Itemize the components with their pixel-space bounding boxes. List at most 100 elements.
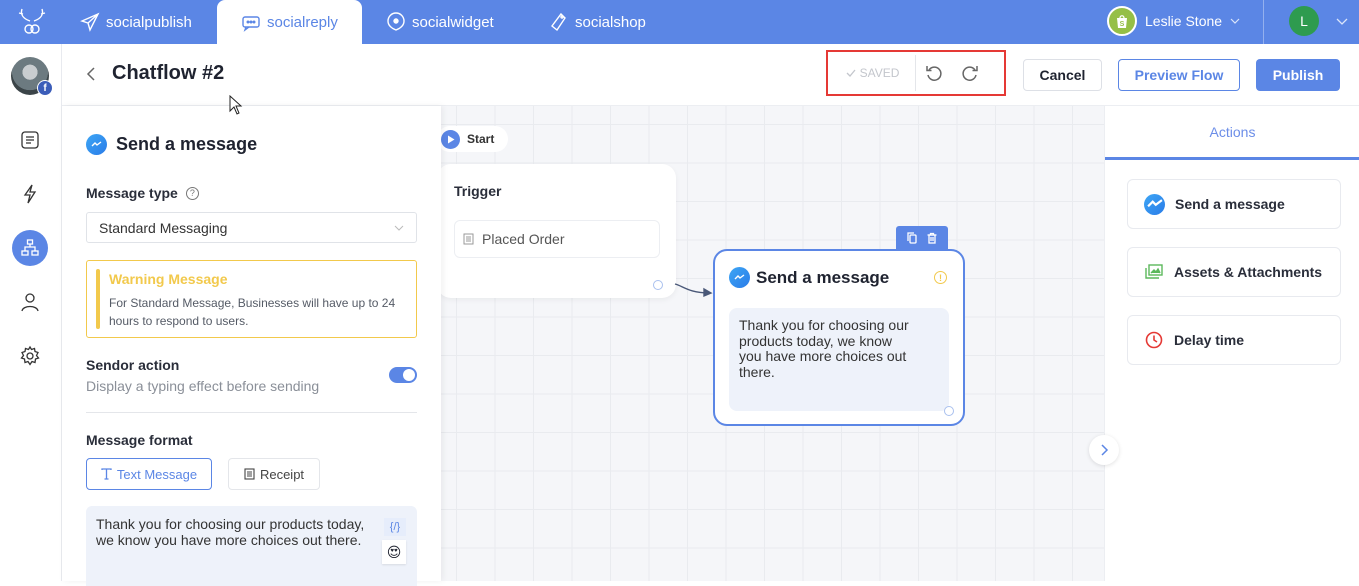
trigger-title: Trigger xyxy=(454,183,502,199)
divider xyxy=(86,412,417,413)
user-icon xyxy=(21,293,39,312)
actions-panel: Actions Send a message Assets & Attachme… xyxy=(1104,106,1359,581)
store-switcher[interactable]: S Leslie Stone xyxy=(1107,5,1240,37)
rail-item-settings[interactable] xyxy=(12,338,48,374)
duplicate-icon[interactable] xyxy=(906,232,918,244)
panel-title-text: Send a message xyxy=(116,134,258,154)
messenger-icon xyxy=(86,134,107,155)
nav-tab-label: socialshop xyxy=(575,13,646,31)
insert-variable-button[interactable]: {/} xyxy=(384,518,406,536)
rail-item-flows[interactable] xyxy=(12,230,48,266)
send-message-node[interactable]: Send a message ! Thank you for choosing … xyxy=(713,249,965,426)
message-type-label-text: Message type xyxy=(86,185,178,201)
warning-text: For Standard Message, Businesses will ha… xyxy=(109,296,396,328)
undo-icon xyxy=(926,66,942,81)
message-textarea[interactable]: Thank you for choosing our products toda… xyxy=(86,506,417,586)
node-message-text: Thank you for choosing our products toda… xyxy=(739,317,909,380)
format-receipt-button[interactable]: Receipt xyxy=(228,458,320,490)
tab-actions[interactable]: Actions xyxy=(1105,106,1359,160)
node-title-text: Send a message xyxy=(756,267,890,287)
publish-button[interactable]: Publish xyxy=(1256,59,1340,91)
format-option-label: Receipt xyxy=(259,466,305,482)
typing-effect-toggle[interactable] xyxy=(389,367,417,383)
location-pin-icon xyxy=(387,12,405,31)
node-title: Send a message xyxy=(729,267,889,288)
redo-button[interactable] xyxy=(952,55,988,91)
clock-icon xyxy=(1145,331,1163,349)
play-icon xyxy=(441,129,460,149)
action-label: Delay time xyxy=(1174,332,1245,348)
receipt-icon xyxy=(463,233,474,245)
chat-bubble-icon xyxy=(242,16,260,32)
node-message-preview: Thank you for choosing our products toda… xyxy=(729,308,949,411)
format-text-message-button[interactable]: Text Message xyxy=(86,458,212,490)
node-settings-panel: Send a message Message type ? Standard M… xyxy=(62,106,441,586)
user-avatar[interactable]: L xyxy=(1289,6,1319,36)
saved-status: SAVED xyxy=(830,55,916,91)
receipt-icon xyxy=(244,468,255,480)
message-format-label: Message format xyxy=(86,432,193,448)
chevron-down-icon xyxy=(1230,18,1240,24)
action-send-message[interactable]: Send a message xyxy=(1127,179,1341,229)
saved-label: SAVED xyxy=(859,66,900,80)
mouse-cursor-icon xyxy=(229,95,243,115)
message-type-label: Message type ? xyxy=(86,185,199,201)
back-arrow-icon[interactable] xyxy=(82,64,100,84)
store-name: Leslie Stone xyxy=(1145,13,1223,29)
images-icon xyxy=(1145,264,1163,279)
nav-tab-label: socialreply xyxy=(267,13,338,31)
nav-tab-socialreply[interactable]: socialreply xyxy=(217,0,362,44)
nav-tab-label: socialwidget xyxy=(412,13,494,31)
trigger-node[interactable]: Trigger Placed Order xyxy=(441,164,676,298)
svg-text:S: S xyxy=(1120,21,1125,28)
trigger-event[interactable]: Placed Order xyxy=(454,220,660,258)
tag-icon xyxy=(551,12,566,32)
content-icon xyxy=(21,131,39,149)
output-port[interactable] xyxy=(653,280,663,290)
page-title: Chatflow #2 xyxy=(112,62,225,84)
messenger-icon xyxy=(1144,193,1165,215)
format-option-label: Text Message xyxy=(116,466,198,482)
rail-item-content[interactable] xyxy=(12,122,48,158)
text-format-icon xyxy=(101,468,112,480)
nav-tab-socialshop[interactable]: socialshop xyxy=(549,0,646,44)
paper-plane-icon xyxy=(80,12,100,32)
rail-item-users[interactable] xyxy=(12,284,48,320)
action-assets-attachments[interactable]: Assets & Attachments xyxy=(1127,247,1341,297)
warning-box: Warning Message For Standard Message, Bu… xyxy=(86,260,417,338)
flow-canvas[interactable]: Start Trigger Placed Order Send a messag… xyxy=(441,106,1104,581)
message-type-value: Standard Messaging xyxy=(99,219,228,236)
help-icon[interactable]: ? xyxy=(185,186,199,200)
output-port[interactable] xyxy=(944,406,954,416)
top-navigation: socialpublish socialreply socialwidget s… xyxy=(0,0,1359,44)
message-text: Thank you for choosing our products toda… xyxy=(96,516,365,548)
redo-icon xyxy=(962,66,978,81)
antler-logo-icon[interactable] xyxy=(14,5,50,39)
preview-flow-button[interactable]: Preview Flow xyxy=(1118,59,1240,91)
chevron-down-icon[interactable] xyxy=(1335,14,1349,28)
flow-diagram-icon xyxy=(21,239,39,256)
alert-icon[interactable]: ! xyxy=(934,271,947,284)
action-delay-time[interactable]: Delay time xyxy=(1127,315,1341,365)
nav-divider xyxy=(1263,0,1264,44)
check-icon xyxy=(846,69,856,77)
collapse-panel-button[interactable] xyxy=(1089,435,1119,465)
node-toolbar xyxy=(896,226,948,250)
rail-item-automation[interactable] xyxy=(12,176,48,212)
undo-button[interactable] xyxy=(916,55,952,91)
action-label: Assets & Attachments xyxy=(1174,264,1323,280)
nav-tab-socialwidget[interactable]: socialwidget xyxy=(386,0,494,44)
trigger-event-label: Placed Order xyxy=(482,231,565,247)
connection-edge xyxy=(674,283,713,298)
cancel-button[interactable]: Cancel xyxy=(1023,59,1102,91)
chevron-down-icon xyxy=(394,225,404,231)
start-node[interactable]: Start xyxy=(441,126,509,152)
sendor-action-description: Display a typing effect before sending xyxy=(86,378,320,394)
message-type-select[interactable]: Standard Messaging xyxy=(86,212,417,243)
nav-tab-socialpublish[interactable]: socialpublish xyxy=(80,0,192,44)
emoji-picker-button[interactable]: 😍 xyxy=(382,540,406,564)
trash-icon[interactable] xyxy=(926,232,938,244)
sendor-action-title: Sendor action xyxy=(86,357,180,373)
warning-title: Warning Message xyxy=(109,271,228,287)
settings-gear-icon xyxy=(20,345,40,366)
